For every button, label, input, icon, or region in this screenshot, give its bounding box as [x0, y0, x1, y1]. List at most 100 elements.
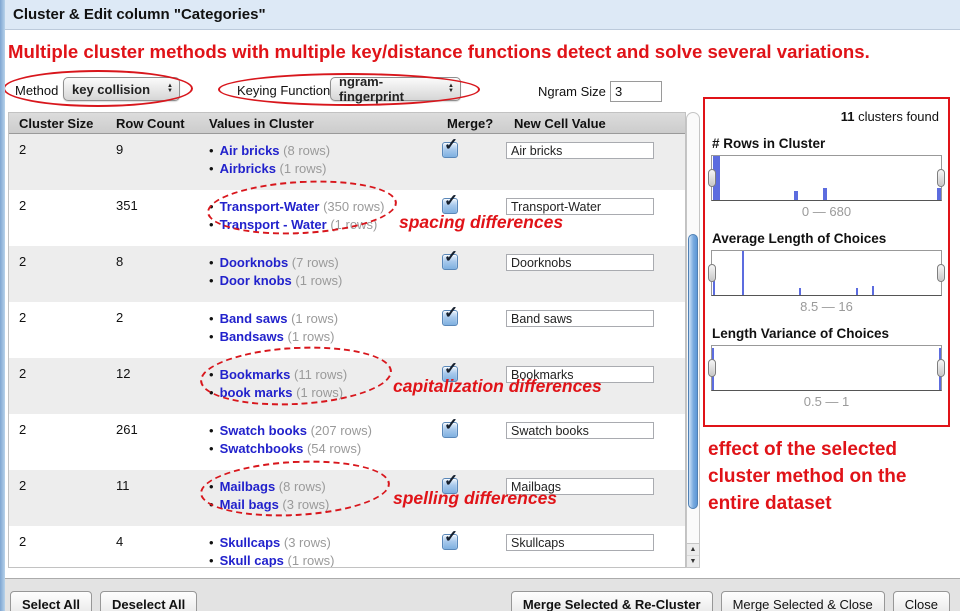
new-cell-value-cell — [504, 420, 685, 470]
scrollbar-thumb[interactable] — [688, 234, 698, 509]
range-slider-handle[interactable] — [937, 169, 945, 187]
clusters-found-text: clusters found — [854, 109, 939, 124]
cluster-value-link[interactable]: Mail bags — [220, 497, 279, 512]
bullet-icon: • — [209, 479, 214, 494]
range-slider-handle[interactable] — [937, 264, 945, 282]
cluster-value-link[interactable]: book marks — [220, 385, 293, 400]
histogram-box — [711, 155, 942, 201]
cluster-value-link[interactable]: Skull caps — [220, 553, 284, 568]
cluster-value-line: •Swatchbooks (54 rows) — [209, 440, 434, 458]
histogram-bar — [872, 286, 874, 295]
cluster-value-link[interactable]: Bookmarks — [220, 367, 291, 382]
header-row-count: Row Count — [116, 116, 209, 131]
merge-checkbox[interactable]: ✓ — [442, 310, 458, 326]
cluster-value-link[interactable]: Mailbags — [220, 479, 276, 494]
cluster-value-rowcount: (1 rows) — [292, 273, 343, 288]
merge-checkbox[interactable]: ✓ — [442, 478, 458, 494]
new-cell-value-input[interactable] — [506, 142, 654, 159]
merge-checkbox[interactable]: ✓ — [442, 534, 458, 550]
merge-close-button[interactable]: Merge Selected & Close — [721, 591, 885, 611]
cluster-value-link[interactable]: Door knobs — [220, 273, 292, 288]
new-cell-value-cell — [504, 364, 685, 414]
cluster-value-link[interactable]: Transport-Water — [220, 199, 320, 214]
merge-cell: ✓ — [434, 252, 504, 302]
row-count-cell: 9 — [116, 140, 209, 190]
cluster-value-rowcount: (8 rows) — [280, 143, 331, 158]
bullet-icon: • — [209, 497, 214, 512]
new-cell-value-input[interactable] — [506, 366, 654, 383]
values-in-cluster-cell: •Transport-Water (350 rows)•Transport - … — [209, 196, 434, 246]
histogram-bar — [823, 188, 827, 200]
merge-checkbox[interactable]: ✓ — [442, 142, 458, 158]
cluster-value-link[interactable]: Air bricks — [220, 143, 280, 158]
table-row: 29•Air bricks (8 rows)•Airbricks (1 rows… — [9, 134, 685, 190]
table-row: 24•Skullcaps (3 rows)•Skull caps (1 rows… — [9, 526, 685, 568]
range-slider-handle[interactable] — [708, 169, 716, 187]
merge-checkbox[interactable]: ✓ — [442, 366, 458, 382]
cluster-value-link[interactable]: Skullcaps — [220, 535, 281, 550]
keying-function-select[interactable]: ngram-fingerprint ▲▼ — [330, 77, 461, 101]
new-cell-value-input[interactable] — [506, 422, 654, 439]
header-values-in-cluster: Values in Cluster — [209, 116, 434, 131]
cluster-value-link[interactable]: Swatch books — [220, 423, 307, 438]
merge-recluster-button[interactable]: Merge Selected & Re-Cluster — [511, 591, 713, 611]
new-cell-value-input[interactable] — [506, 534, 654, 551]
merge-checkbox[interactable]: ✓ — [442, 198, 458, 214]
merge-cell: ✓ — [434, 308, 504, 358]
merge-cell: ✓ — [434, 476, 504, 526]
new-cell-value-input[interactable] — [506, 310, 654, 327]
cluster-value-line: •Skullcaps (3 rows) — [209, 534, 434, 552]
method-select[interactable]: key collision ▲▼ — [63, 77, 180, 101]
new-cell-value-input[interactable] — [506, 198, 654, 215]
cluster-value-link[interactable]: Band saws — [220, 311, 288, 326]
keying-function-select-value: ngram-fingerprint — [339, 74, 438, 104]
range-slider-handle[interactable] — [708, 359, 716, 377]
cluster-value-link[interactable]: Doorknobs — [220, 255, 289, 270]
cluster-size-cell: 2 — [19, 476, 116, 526]
new-cell-value-cell — [504, 140, 685, 190]
cluster-value-line: •Bookmarks (11 rows) — [209, 366, 434, 384]
histogram-bar — [856, 288, 858, 295]
cluster-value-link[interactable]: Bandsaws — [220, 329, 284, 344]
cluster-value-rowcount: (54 rows) — [303, 441, 361, 456]
checkmark-icon: ✓ — [444, 415, 458, 435]
cluster-value-link[interactable]: Transport - Water — [220, 217, 327, 232]
cluster-value-rowcount: (350 rows) — [319, 199, 384, 214]
ngram-size-input[interactable] — [610, 81, 662, 102]
table-row: 212•Bookmarks (11 rows)•book marks (1 ro… — [9, 358, 685, 414]
cluster-value-line: •Band saws (1 rows) — [209, 310, 434, 328]
header-cluster-size: Cluster Size — [19, 116, 116, 131]
values-in-cluster-cell: •Swatch books (207 rows)•Swatchbooks (54… — [209, 420, 434, 470]
new-cell-value-input[interactable] — [506, 478, 654, 495]
scrollbar-up-arrow-icon[interactable]: ▲ — [687, 543, 699, 555]
range-slider-handle[interactable] — [937, 359, 945, 377]
histogram-title: # Rows in Cluster — [712, 136, 948, 151]
cluster-value-rowcount: (1 rows) — [327, 217, 378, 232]
select-arrows-icon: ▲▼ — [167, 84, 173, 94]
histogram-bar — [713, 281, 715, 295]
cluster-value-rowcount: (207 rows) — [307, 423, 372, 438]
checkmark-icon: ✓ — [444, 471, 458, 491]
values-in-cluster-cell: •Bookmarks (11 rows)•book marks (1 rows) — [209, 364, 434, 414]
cluster-value-link[interactable]: Swatchbooks — [220, 441, 304, 456]
cluster-value-rowcount: (1 rows) — [276, 161, 327, 176]
cluster-value-line: •Bandsaws (1 rows) — [209, 328, 434, 346]
effect-note: effect of the selected cluster method on… — [708, 436, 948, 517]
cluster-value-line: •book marks (1 rows) — [209, 384, 434, 402]
table-scrollbar[interactable]: ▲ ▼ — [686, 112, 700, 568]
new-cell-value-input[interactable] — [506, 254, 654, 271]
cluster-value-line: •Transport - Water (1 rows) — [209, 216, 434, 234]
deselect-all-button[interactable]: Deselect All — [100, 591, 197, 611]
cluster-value-link[interactable]: Airbricks — [220, 161, 276, 176]
merge-checkbox[interactable]: ✓ — [442, 254, 458, 270]
scrollbar-down-arrow-icon[interactable]: ▼ — [687, 555, 699, 567]
clusters-table: Cluster Size Row Count Values in Cluster… — [8, 112, 686, 568]
cluster-value-line: •Doorknobs (7 rows) — [209, 254, 434, 272]
histograms-container: # Rows in Cluster0 — 680Average Length o… — [705, 136, 948, 409]
range-slider-handle[interactable] — [708, 264, 716, 282]
merge-checkbox[interactable]: ✓ — [442, 422, 458, 438]
bullet-icon: • — [209, 385, 214, 400]
close-button[interactable]: Close — [893, 591, 950, 611]
new-cell-value-cell — [504, 252, 685, 302]
select-all-button[interactable]: Select All — [10, 591, 92, 611]
